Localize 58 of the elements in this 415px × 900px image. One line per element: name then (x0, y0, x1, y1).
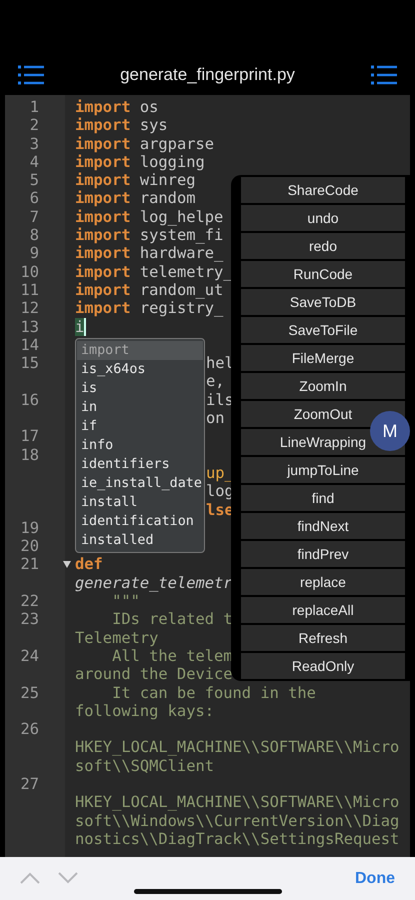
line-number: 6 (28, 189, 39, 208)
code-text: i (75, 318, 86, 336)
line-number: 10 (19, 262, 39, 281)
line-number: 12 (19, 299, 39, 318)
code-text: import argparse (75, 134, 214, 153)
line-number: 13 (19, 318, 39, 336)
line-number: 11 (19, 280, 39, 300)
code-text: HKEY_LOCAL_MACHINE\\SOFTWARE\\Micro (75, 738, 400, 757)
code-text: import log_helpe (75, 208, 224, 226)
code-text: up_ (206, 464, 234, 482)
code-text: hel (206, 354, 234, 372)
code-text: following kays: (75, 702, 214, 720)
line-number: 16 (19, 390, 39, 410)
file-title: generate_fingerprint.py (120, 65, 295, 85)
code-text: It can be found in the (111, 684, 316, 702)
line-number: 21 (19, 555, 39, 574)
line-number: 17 (19, 427, 39, 446)
code-text: import random_ut (75, 280, 224, 300)
code-text: nostics\\DiagTrack\\SettingsRequest (75, 830, 400, 848)
code-text: import logging (75, 152, 205, 172)
code-text: on (206, 409, 225, 428)
line-number: 1 (28, 98, 39, 116)
line-number: 26 (19, 720, 39, 738)
line-number: 7 (28, 208, 39, 226)
line-number: 25 (19, 684, 39, 702)
code-text: import registry_ (75, 299, 224, 318)
line-number: 24 (19, 646, 39, 666)
line-number: 20 (19, 537, 39, 556)
code-text: import random (75, 189, 196, 208)
code-text: import telemetry_ (75, 262, 233, 281)
line-number: 19 (19, 518, 39, 538)
code-text: import system_fi (75, 226, 224, 244)
line-number: 2 (28, 116, 39, 135)
line-number: 18 (19, 446, 39, 464)
code-text: import winreg (75, 171, 196, 190)
code-text: e, (206, 372, 225, 391)
code-text: def (75, 555, 103, 574)
code-text: """ (111, 592, 140, 610)
code-text: Telemetry (75, 628, 158, 647)
line-number: 14 (19, 336, 39, 354)
line-number: 3 (28, 134, 39, 153)
line-number: 15 (19, 354, 39, 372)
line-number: 8 (28, 226, 39, 244)
code-text: soft\\SQMClient (75, 756, 214, 775)
line-number: 9 (28, 244, 39, 263)
line-number: 5 (28, 171, 39, 190)
line-number: 4 (28, 152, 39, 172)
code-text: HKEY_LOCAL_MACHINE\\SOFTWARE\\Micro (75, 793, 400, 812)
code-text: import hardware_ (75, 244, 224, 263)
line-number: 22 (19, 592, 39, 610)
code-text: around the Device (75, 665, 233, 684)
code-text: import os (75, 98, 158, 116)
line-number: 27 (19, 774, 39, 794)
line-number: 23 (19, 610, 39, 629)
code-text: soft\\Windows\\CurrentVersion\\Diag (75, 812, 400, 830)
code-text: import sys (75, 116, 168, 135)
code-text: generate_telemetr (75, 574, 233, 592)
code-text: IDs related t (111, 610, 233, 629)
